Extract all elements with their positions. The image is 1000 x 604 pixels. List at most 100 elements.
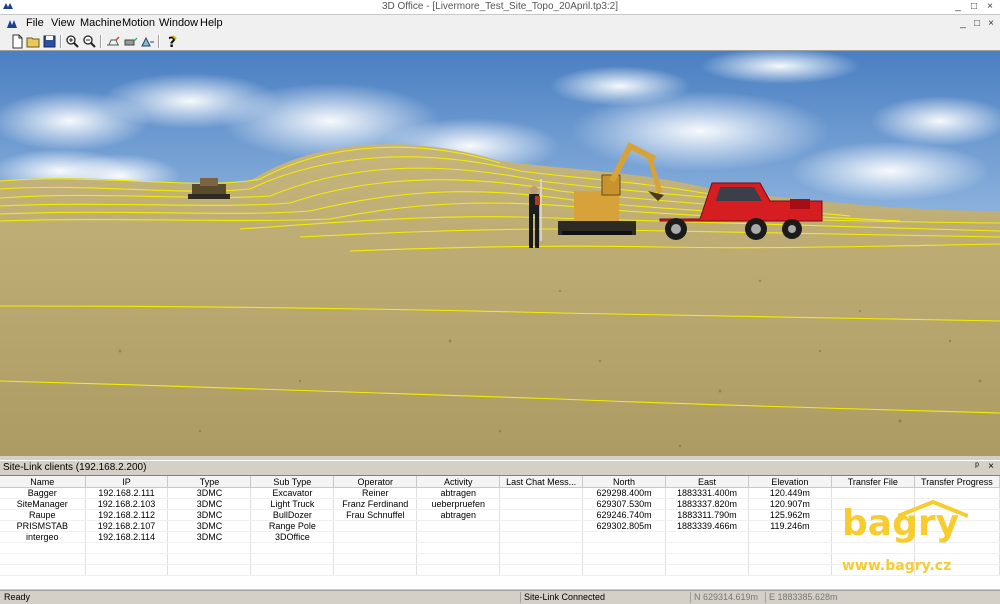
table-cell: 1883339.466m bbox=[665, 520, 749, 532]
table-cell: 3DMC bbox=[167, 531, 252, 543]
column-header[interactable]: Transfer Progress bbox=[914, 476, 1000, 488]
menu-view[interactable]: View bbox=[49, 17, 77, 29]
table-cell bbox=[831, 509, 915, 521]
zoom-out-icon[interactable] bbox=[82, 34, 97, 49]
menu-motion[interactable]: Motion bbox=[120, 17, 157, 29]
table-cell: 1883337.820m bbox=[665, 498, 749, 510]
status-bar: Ready Site-Link Connected N 629314.619m … bbox=[0, 590, 1000, 604]
status-connection: Site-Link Connected bbox=[520, 592, 684, 603]
mdi-minimize-button[interactable]: _ bbox=[956, 17, 970, 30]
table-cell bbox=[333, 564, 418, 576]
menu-file[interactable]: File bbox=[24, 17, 46, 29]
machine-tool-1-icon[interactable] bbox=[106, 34, 121, 49]
open-folder-icon[interactable] bbox=[26, 34, 41, 49]
table-cell bbox=[582, 564, 667, 576]
column-header[interactable]: Sub Type bbox=[250, 476, 335, 488]
table-cell: 1883311.790m bbox=[665, 509, 749, 521]
table-cell bbox=[831, 564, 915, 576]
table-cell bbox=[499, 509, 584, 521]
table-row[interactable] bbox=[0, 564, 1000, 576]
maximize-button[interactable]: □ bbox=[966, 0, 982, 13]
table-cell bbox=[748, 531, 832, 543]
toolbar-separator bbox=[60, 35, 62, 48]
table-row[interactable]: SiteManager 192.168.2.103 3DMC Light Truck F… bbox=[0, 498, 1000, 510]
column-header[interactable]: IP bbox=[85, 476, 169, 488]
table-cell: abtragen bbox=[416, 487, 501, 499]
table-cell bbox=[416, 553, 501, 565]
table-cell bbox=[831, 542, 915, 554]
menu-help[interactable]: Help bbox=[198, 17, 225, 29]
table-cell bbox=[914, 487, 1000, 499]
zoom-in-icon[interactable] bbox=[65, 34, 80, 49]
table-cell bbox=[250, 564, 335, 576]
table-cell bbox=[416, 520, 501, 532]
table-row[interactable]: intergeo 192.168.2.114 3DMC 3DOffice bbox=[0, 531, 1000, 543]
table-cell bbox=[914, 553, 1000, 565]
table-row[interactable]: Raupe 192.168.2.112 3DMC BullDozer Frau Schn… bbox=[0, 509, 1000, 521]
table-cell: 629307.530m bbox=[582, 498, 667, 510]
column-header[interactable]: Activity bbox=[416, 476, 501, 488]
table-cell: 3DMC bbox=[167, 498, 252, 510]
machine-tool-2-icon[interactable] bbox=[123, 34, 138, 49]
table-cell bbox=[914, 520, 1000, 532]
table-cell bbox=[333, 542, 418, 554]
table-cell bbox=[416, 531, 501, 543]
table-cell: 1883331.400m bbox=[665, 487, 749, 499]
toolbar-separator bbox=[100, 35, 102, 48]
table-cell: Franz Ferdinand bbox=[333, 498, 418, 510]
table-cell bbox=[0, 542, 86, 554]
3d-viewport[interactable] bbox=[0, 51, 1000, 456]
menu-window[interactable]: Window bbox=[157, 17, 200, 29]
table-cell: 119.246m bbox=[748, 520, 832, 532]
table-cell: Bagger bbox=[0, 487, 86, 499]
table-cell bbox=[85, 553, 169, 565]
table-cell bbox=[250, 553, 335, 565]
table-cell bbox=[499, 520, 584, 532]
status-ready: Ready bbox=[4, 592, 31, 602]
table-cell: Reiner bbox=[333, 487, 418, 499]
document-icon[interactable] bbox=[6, 18, 18, 30]
column-header[interactable]: Last Chat Mess... bbox=[499, 476, 584, 488]
table-cell bbox=[85, 542, 169, 554]
table-cell: abtragen bbox=[416, 509, 501, 521]
table-cell bbox=[582, 553, 667, 565]
mdi-close-button[interactable]: × bbox=[984, 17, 998, 30]
menu-machine[interactable]: Machine bbox=[78, 17, 124, 29]
column-header[interactable]: Operator bbox=[333, 476, 418, 488]
column-header[interactable]: Name bbox=[0, 476, 86, 488]
table-cell: 192.168.2.103 bbox=[85, 498, 169, 510]
new-file-icon[interactable] bbox=[10, 34, 25, 49]
table-cell bbox=[582, 531, 667, 543]
table-cell bbox=[167, 564, 252, 576]
column-header[interactable]: East bbox=[665, 476, 749, 488]
title-bar: 3D Office - [Livermore_Test_Site_Topo_20… bbox=[0, 0, 1000, 15]
machine-tool-3-icon[interactable] bbox=[140, 34, 155, 49]
3d-scene bbox=[0, 51, 1000, 456]
table-row[interactable] bbox=[0, 553, 1000, 565]
table-row[interactable]: PRISMSTAB 192.168.2.107 3DMC Range Pole 6293… bbox=[0, 520, 1000, 532]
table-cell: ueberpruefen bbox=[416, 498, 501, 510]
column-header[interactable]: Type bbox=[167, 476, 252, 488]
help-icon[interactable]: ? bbox=[164, 34, 179, 49]
status-east: E 1883385.628m bbox=[765, 592, 859, 603]
table-cell: Excavator bbox=[250, 487, 335, 499]
column-header[interactable]: North bbox=[582, 476, 667, 488]
column-header[interactable]: Transfer File bbox=[831, 476, 915, 488]
panel-close-button[interactable]: × bbox=[985, 461, 997, 473]
table-cell bbox=[250, 542, 335, 554]
close-button[interactable]: × bbox=[982, 0, 998, 13]
mdi-restore-button[interactable]: □ bbox=[970, 17, 984, 30]
site-link-panel-header: Site-Link clients (192.168.2.200) ᵖ × bbox=[0, 460, 1000, 475]
minimize-button[interactable]: _ bbox=[950, 0, 966, 13]
table-cell bbox=[914, 564, 1000, 576]
table-cell bbox=[333, 520, 418, 532]
table-row[interactable] bbox=[0, 542, 1000, 554]
save-icon[interactable] bbox=[42, 34, 57, 49]
window-title: 3D Office - [Livermore_Test_Site_Topo_20… bbox=[381, 1, 619, 12]
table-cell: Raupe bbox=[0, 509, 86, 521]
table-row[interactable]: Bagger 192.168.2.111 3DMC Excavator Reiner ab… bbox=[0, 487, 1000, 499]
column-header[interactable]: Elevation bbox=[748, 476, 832, 488]
pin-button[interactable]: ᵖ bbox=[971, 461, 983, 473]
table-cell bbox=[416, 542, 501, 554]
table-cell bbox=[85, 564, 169, 576]
